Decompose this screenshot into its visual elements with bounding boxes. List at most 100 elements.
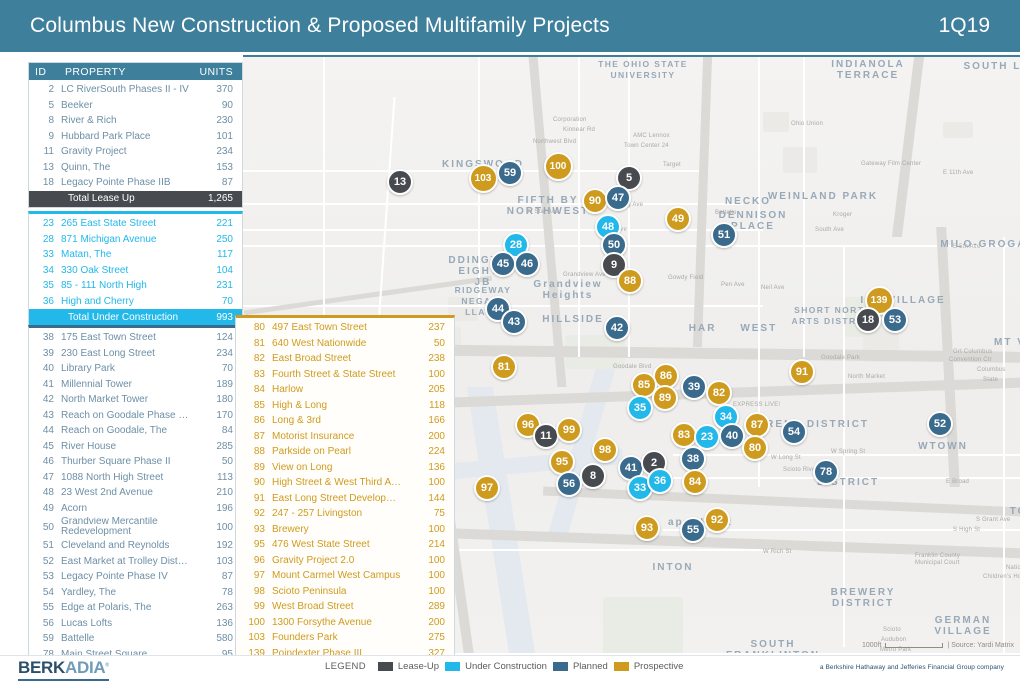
map-marker-59[interactable]: 59 bbox=[497, 160, 523, 186]
map-marker-42[interactable]: 42 bbox=[604, 315, 630, 341]
table-row: 44Reach on Goodale, The84 bbox=[29, 423, 242, 439]
map-marker-100[interactable]: 100 bbox=[544, 152, 573, 181]
total-label: Total Under Construction bbox=[35, 312, 189, 323]
row-property: Edge at Polaris, The bbox=[61, 602, 189, 613]
row-units: 136 bbox=[401, 462, 445, 473]
map-marker-81[interactable]: 81 bbox=[491, 354, 517, 380]
map-marker-98[interactable]: 98 bbox=[592, 437, 618, 463]
row-property: East Long Street Development bbox=[272, 493, 401, 504]
row-id: 42 bbox=[35, 394, 61, 405]
map-marker-90[interactable]: 90 bbox=[582, 188, 608, 214]
map-neighborhood-label: HAR WEST bbox=[678, 323, 788, 334]
map-marker-88[interactable]: 88 bbox=[617, 268, 643, 294]
row-units: 214 bbox=[401, 539, 445, 550]
table-body: 2LC RiverSouth Phases II - IV3705Beeker9… bbox=[29, 80, 242, 191]
table-row: 18Legacy Pointe Phase IIB87 bbox=[29, 175, 242, 191]
row-id: 46 bbox=[35, 456, 61, 467]
map-street-label: Grandview Ave bbox=[563, 272, 606, 278]
map-marker-92[interactable]: 92 bbox=[704, 507, 730, 533]
map-marker-103[interactable]: 103 bbox=[469, 164, 498, 193]
total-label: Total Lease Up bbox=[35, 193, 189, 204]
table-row: 85High & Long118 bbox=[236, 398, 454, 414]
map-marker-56[interactable]: 56 bbox=[556, 471, 582, 497]
table-body: 23265 East State Street22128871 Michigan… bbox=[29, 214, 242, 309]
map-marker-84[interactable]: 84 bbox=[682, 469, 708, 495]
map-marker-40[interactable]: 40 bbox=[719, 423, 745, 449]
map-marker-78[interactable]: 78 bbox=[813, 459, 839, 485]
map-marker-45[interactable]: 45 bbox=[490, 251, 516, 277]
map-marker-82[interactable]: 82 bbox=[706, 380, 732, 406]
map-marker-80[interactable]: 80 bbox=[742, 435, 768, 461]
row-property: Harlow bbox=[272, 384, 401, 395]
map-marker-89[interactable]: 89 bbox=[652, 385, 678, 411]
map-marker-39[interactable]: 39 bbox=[681, 374, 707, 400]
map-marker-93[interactable]: 93 bbox=[634, 515, 660, 541]
row-property: 1088 North High Street bbox=[61, 472, 189, 483]
map-marker-35[interactable]: 35 bbox=[627, 395, 653, 421]
map-marker-46[interactable]: 46 bbox=[514, 251, 540, 277]
map-street-label: North Market bbox=[848, 374, 885, 380]
table-row: 28871 Michigan Avenue250 bbox=[29, 232, 242, 248]
total-value: 993 bbox=[189, 312, 233, 323]
map-marker-52[interactable]: 52 bbox=[927, 411, 953, 437]
row-units: 237 bbox=[401, 322, 445, 333]
row-id: 103 bbox=[242, 632, 272, 643]
map-marker-13[interactable]: 13 bbox=[387, 169, 413, 195]
map-block bbox=[943, 122, 973, 138]
map-marker-54[interactable]: 54 bbox=[781, 419, 807, 445]
row-units: 192 bbox=[189, 540, 233, 551]
row-property: Founders Park bbox=[272, 632, 401, 643]
map-neighborhood-label: MT VERNON bbox=[983, 337, 1020, 348]
row-property: Scioto Peninsula bbox=[272, 586, 401, 597]
map-marker-53[interactable]: 53 bbox=[882, 307, 908, 333]
map-street-label: Grt Columbus bbox=[953, 349, 992, 355]
row-property: View on Long bbox=[272, 462, 401, 473]
row-units: 100 bbox=[189, 522, 233, 533]
table-row: 34330 Oak Street104 bbox=[29, 263, 242, 279]
map-marker-8[interactable]: 8 bbox=[580, 463, 606, 489]
row-id: 50 bbox=[35, 522, 61, 533]
map-marker-11[interactable]: 11 bbox=[533, 423, 559, 449]
map-street-label: Town Center 24 bbox=[624, 143, 669, 149]
row-id: 81 bbox=[242, 338, 272, 349]
map-marker-87[interactable]: 87 bbox=[744, 412, 770, 438]
row-units: 50 bbox=[189, 456, 233, 467]
table-row: 46Thurber Square Phase II50 bbox=[29, 454, 242, 470]
table-row: 4823 West 2nd Avenue210 bbox=[29, 485, 242, 501]
map-street-label: Municipal Court bbox=[915, 560, 960, 566]
map-street-label: E 11th Ave bbox=[943, 170, 973, 176]
map-marker-99[interactable]: 99 bbox=[556, 417, 582, 443]
table-row: 98Scioto Peninsula100 bbox=[236, 584, 454, 600]
legend-title: LEGEND bbox=[325, 661, 366, 672]
row-property: Millennial Tower bbox=[61, 379, 189, 390]
map-marker-91[interactable]: 91 bbox=[789, 359, 815, 385]
row-property: Battelle bbox=[61, 633, 189, 644]
map-marker-97[interactable]: 97 bbox=[474, 475, 500, 501]
table-row: 86Long & 3rd166 bbox=[236, 413, 454, 429]
table-row: 49Acorn196 bbox=[29, 501, 242, 517]
row-units: 200 bbox=[401, 617, 445, 628]
row-units: 370 bbox=[189, 84, 233, 95]
legend: LEGEND Lease-UpUnder ConstructionPlanned… bbox=[325, 661, 689, 672]
road bbox=[243, 245, 1020, 247]
table-under-construction: 23265 East State Street22128871 Michigan… bbox=[28, 211, 243, 326]
map-block bbox=[783, 147, 817, 173]
row-units: 103 bbox=[189, 556, 233, 567]
table-row: 51Cleveland and Reynolds192 bbox=[29, 538, 242, 554]
map-marker-18[interactable]: 18 bbox=[855, 307, 881, 333]
map-marker-43[interactable]: 43 bbox=[501, 309, 527, 335]
map-neighborhood-label: WTOWN bbox=[903, 441, 983, 452]
table-row: 55Edge at Polaris, The263 bbox=[29, 600, 242, 616]
row-units: 224 bbox=[401, 446, 445, 457]
berkadia-logo: BERKADIA® bbox=[18, 658, 109, 681]
legend-label: Under Construction bbox=[465, 661, 547, 672]
map-marker-36[interactable]: 36 bbox=[647, 468, 673, 494]
map-marker-49[interactable]: 49 bbox=[665, 206, 691, 232]
map-marker-51[interactable]: 51 bbox=[711, 222, 737, 248]
map-street-label: Goodale Park bbox=[821, 355, 860, 361]
table-prospective: 80497 East Town Street23781640 West Nati… bbox=[235, 315, 455, 678]
row-id: 33 bbox=[35, 249, 61, 260]
map-marker-55[interactable]: 55 bbox=[680, 517, 706, 543]
map-marker-47[interactable]: 47 bbox=[605, 185, 631, 211]
row-property: West Broad Street bbox=[272, 601, 401, 612]
